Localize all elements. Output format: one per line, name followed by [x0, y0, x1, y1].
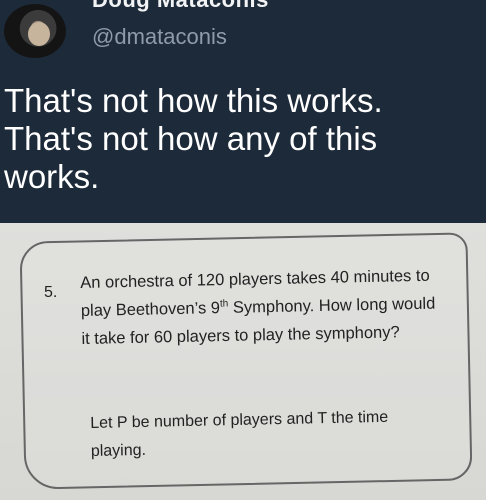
- tweet-text: That's not how this works. That's not ho…: [4, 82, 474, 196]
- avatar[interactable]: [4, 4, 66, 58]
- question-superscript: th: [219, 298, 229, 310]
- tweet-text-line-1: That's not how this works.: [4, 82, 383, 119]
- tweet-text-line-2: That's not how any of this: [4, 120, 378, 157]
- question-text: An orchestra of 120 players takes 40 min…: [80, 262, 438, 353]
- display-name[interactable]: Doug Mataconis: [92, 0, 269, 13]
- avatar-face: [28, 22, 50, 46]
- worksheet-photo[interactable]: 5. An orchestra of 120 players takes 40 …: [0, 223, 486, 500]
- user-handle[interactable]: @dmataconis: [92, 24, 227, 50]
- question-number: 5.: [44, 284, 58, 301]
- tweet-text-line-3: works.: [4, 158, 100, 195]
- tweet: Doug Mataconis @dmataconis That's not ho…: [0, 0, 486, 223]
- question-hint: Let P be number of players and T the tim…: [90, 408, 389, 460]
